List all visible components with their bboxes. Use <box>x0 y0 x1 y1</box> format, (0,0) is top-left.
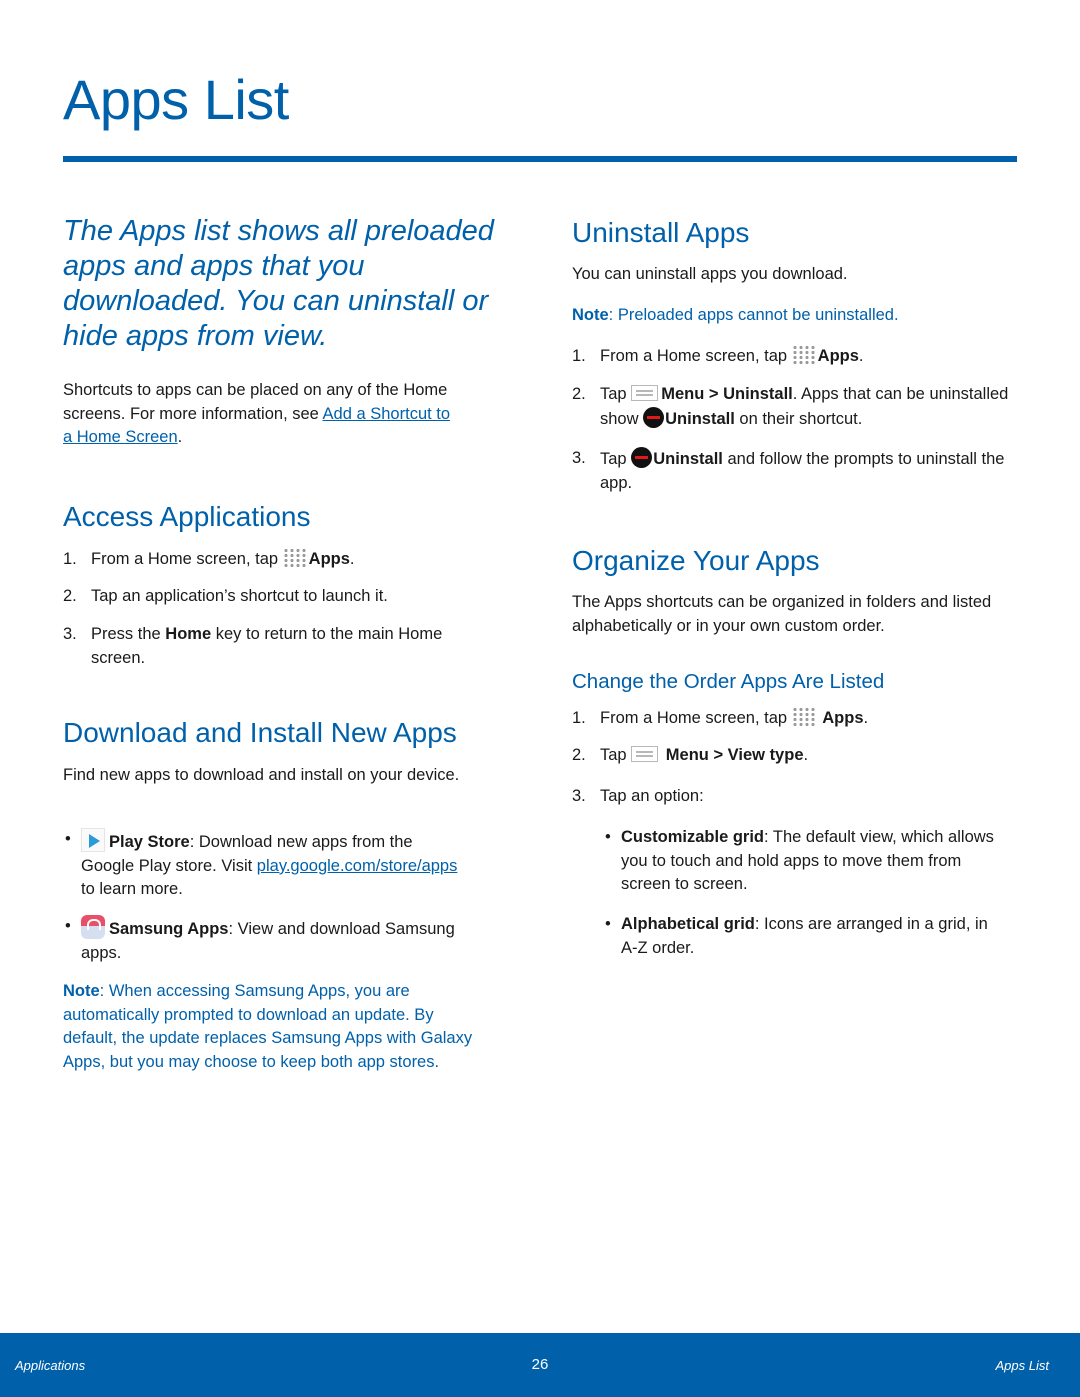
uninstall-heading: Uninstall Apps <box>572 217 750 248</box>
access-step-2: 2. Tap an application’s shortcut to laun… <box>63 585 483 609</box>
step-text: Tap an option: <box>600 787 704 805</box>
step-text: Press the <box>91 625 161 643</box>
note-label: Note <box>63 982 100 1000</box>
apps-label: Apps <box>822 709 864 727</box>
uninstall-minus-icon <box>643 406 665 428</box>
step-text: on their shortcut. <box>739 409 863 428</box>
step-text: From a Home screen, tap <box>600 709 788 727</box>
apps-label: Apps <box>817 347 859 365</box>
bullet: • <box>65 830 71 848</box>
step-number: 3. <box>572 787 586 805</box>
uninstall-note: Note: Preloaded apps cannot be uninstall… <box>572 304 1012 328</box>
organize-heading: Organize Your Apps <box>572 545 820 576</box>
step-number: 1. <box>63 550 77 568</box>
bullet: • <box>65 917 71 935</box>
download-heading: Download and Install New Apps <box>63 717 457 748</box>
step-number: 2. <box>572 746 586 764</box>
punct: . <box>858 347 864 365</box>
access-step-3: 3. Press the Home key to return to the m… <box>63 623 483 670</box>
apps-label: Apps <box>308 550 350 568</box>
home-label: Home <box>165 625 212 643</box>
step-number: 1. <box>572 709 586 727</box>
page-title: Apps List <box>63 68 289 131</box>
organize-intro: The Apps shortcuts can be organized in f… <box>572 593 992 635</box>
uninstall-label: Uninstall <box>653 450 723 468</box>
intro-text: The Apps list shows all preloaded apps a… <box>63 215 494 352</box>
play-store-icon <box>81 828 105 852</box>
uninstall-step-2: 2. Tap Menu > Uninstall. Apps that can b… <box>572 383 1017 431</box>
apps-grid-icon <box>282 548 307 568</box>
uninstall-minus-icon <box>631 447 653 468</box>
uninstall-step-3: 3. Tap Uninstall and follow the prompts … <box>572 447 1017 495</box>
bullet-text: to learn more. <box>81 880 183 898</box>
punct: . <box>803 746 809 764</box>
footer-page-number: 26 <box>531 1356 549 1373</box>
step-text: Tap an application’s shortcut to launch … <box>91 587 388 605</box>
organize-step-3: 3. Tap an option: <box>572 785 1017 809</box>
step-number: 3. <box>63 625 77 643</box>
option-label: Alphabetical grid <box>621 915 755 933</box>
menu-icon <box>631 385 659 401</box>
period: . <box>177 428 183 446</box>
punct: . <box>349 550 355 568</box>
samsung-apps-label: Samsung Apps <box>109 920 229 938</box>
organize-step-2: 2. Tap Menu > View type. <box>572 744 1017 768</box>
title-divider <box>63 156 1017 162</box>
customizable-grid-option: • Customizable grid: The default view, w… <box>605 826 1005 897</box>
note-label: Note <box>572 306 609 324</box>
play-store-label: Play Store <box>109 833 190 851</box>
step-number: 1. <box>572 347 586 365</box>
step-text: From a Home screen, tap <box>91 550 279 568</box>
play-store-link[interactable]: play.google.com/store/apps <box>257 857 458 875</box>
uninstall-step-1: 1. From a Home screen, tap Apps. <box>572 345 1017 369</box>
access-applications-heading: Access Applications <box>63 501 311 532</box>
step-text: Tap <box>600 450 627 468</box>
step-number: 2. <box>572 385 586 403</box>
uninstall-label: Uninstall <box>665 409 735 428</box>
apps-grid-icon <box>791 707 816 727</box>
option-label: Customizable grid <box>621 828 765 846</box>
organize-step-1: 1. From a Home screen, tap Apps. <box>572 707 1017 731</box>
menu-uninstall-label: Menu > Uninstall <box>661 385 793 403</box>
play-store-bullet: • Play Store: Download new apps from the… <box>65 828 465 902</box>
bullet: • <box>605 915 611 933</box>
footer-chapter-name: Apps List <box>995 1358 1049 1373</box>
shortcuts-paragraph: Shortcuts to apps can be placed on any o… <box>63 379 463 450</box>
access-step-1: 1. From a Home screen, tap Apps. <box>63 548 483 572</box>
step-number: 2. <box>63 587 77 605</box>
step-text: Tap <box>600 385 627 403</box>
note-text: : Preloaded apps cannot be uninstalled. <box>608 306 899 324</box>
alphabetical-grid-option: • Alphabetical grid: Icons are arranged … <box>605 913 1005 960</box>
menu-view-type-label: Menu > View type <box>665 746 804 764</box>
step-number: 3. <box>572 449 586 467</box>
punct: . <box>863 709 869 727</box>
step-text: From a Home screen, tap <box>600 347 788 365</box>
change-order-subheading: Change the Order Apps Are Listed <box>572 670 885 693</box>
download-intro: Find new apps to download and install on… <box>63 766 460 784</box>
step-text: Tap <box>600 746 627 764</box>
note-text: : When accessing Samsung Apps, you are a… <box>63 982 473 1071</box>
uninstall-intro: You can uninstall apps you download. <box>572 265 848 283</box>
samsung-apps-bullet: • Samsung Apps: View and download Samsun… <box>65 915 465 965</box>
bullet: • <box>605 828 611 846</box>
menu-icon <box>631 746 659 762</box>
page-footer: Applications 26 Apps List <box>0 1333 1080 1397</box>
apps-grid-icon <box>791 345 816 365</box>
samsung-apps-icon <box>81 915 105 939</box>
samsung-apps-note: Note: When accessing Samsung Apps, you a… <box>63 980 488 1074</box>
